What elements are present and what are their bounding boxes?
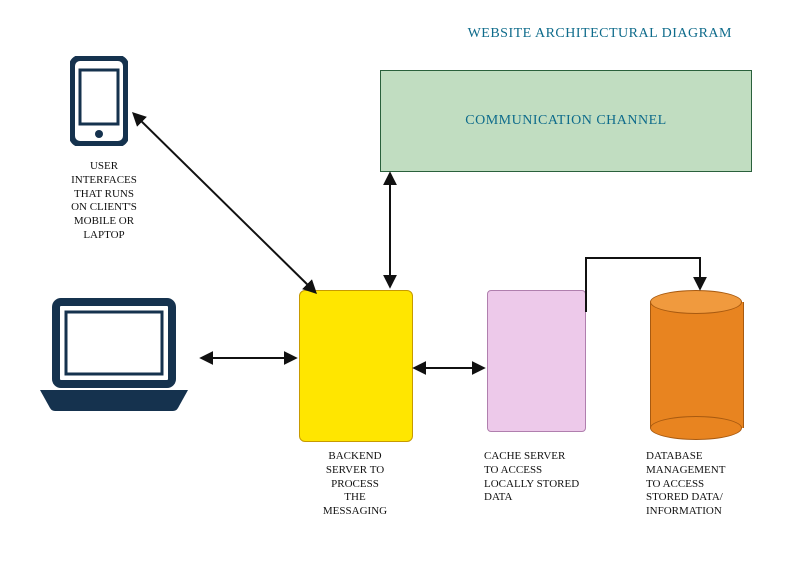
communication-channel-label: COMMUNICATION CHANNEL	[465, 113, 666, 129]
communication-channel-box: COMMUNICATION CHANNEL	[380, 70, 752, 172]
diagram-title: WEBSITE ARCHITECTURAL DIAGRAM	[468, 26, 732, 42]
mobile-icon	[70, 56, 128, 146]
user-interfaces-label: USERINTERFACESTHAT RUNSON CLIENT'SMOBILE…	[54, 160, 154, 243]
cache-label: CACHE SERVERTO ACCESSLOCALLY STOREDDATA	[484, 450, 594, 505]
database-label: DATABASEMANAGEMENTTO ACCESSSTORED DATA/I…	[646, 450, 756, 519]
laptop-icon	[34, 298, 194, 416]
cache-server-box	[487, 290, 586, 432]
backend-server-box	[299, 290, 413, 442]
backend-label: BACKENDSERVER TOPROCESSTHEMESSAGING	[308, 450, 402, 519]
database-cylinder	[650, 290, 742, 440]
